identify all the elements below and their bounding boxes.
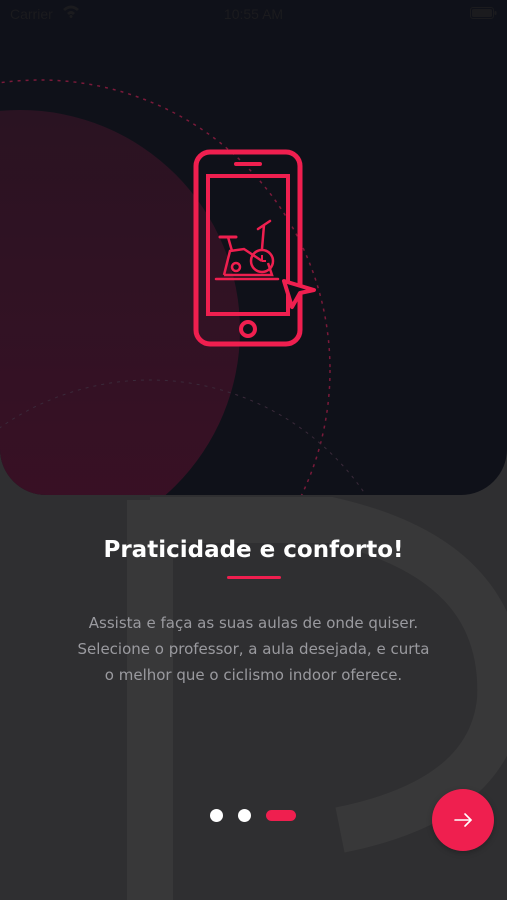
page-dot-1[interactable]: [210, 809, 223, 822]
next-button[interactable]: [432, 789, 494, 851]
page-dot-3-active[interactable]: [266, 810, 296, 821]
onboarding-description: Assista e faça as suas aulas de onde qui…: [77, 614, 430, 684]
title-underline: [227, 576, 281, 579]
phone-with-exercise-bike-icon: [178, 145, 328, 359]
battery-icon: [470, 7, 497, 19]
onboarding-screen: Carrier 10:55 AM Praticidade e conforto!…: [0, 0, 507, 900]
status-time: 10:55 AM: [223, 6, 284, 22]
hero-panel: [0, 0, 507, 495]
onboarding-title: Praticidade e conforto!: [103, 537, 404, 563]
arrow-right-icon: [454, 813, 472, 827]
page-dot-2[interactable]: [238, 809, 251, 822]
status-bar: Carrier 10:55 AM: [0, 0, 507, 28]
